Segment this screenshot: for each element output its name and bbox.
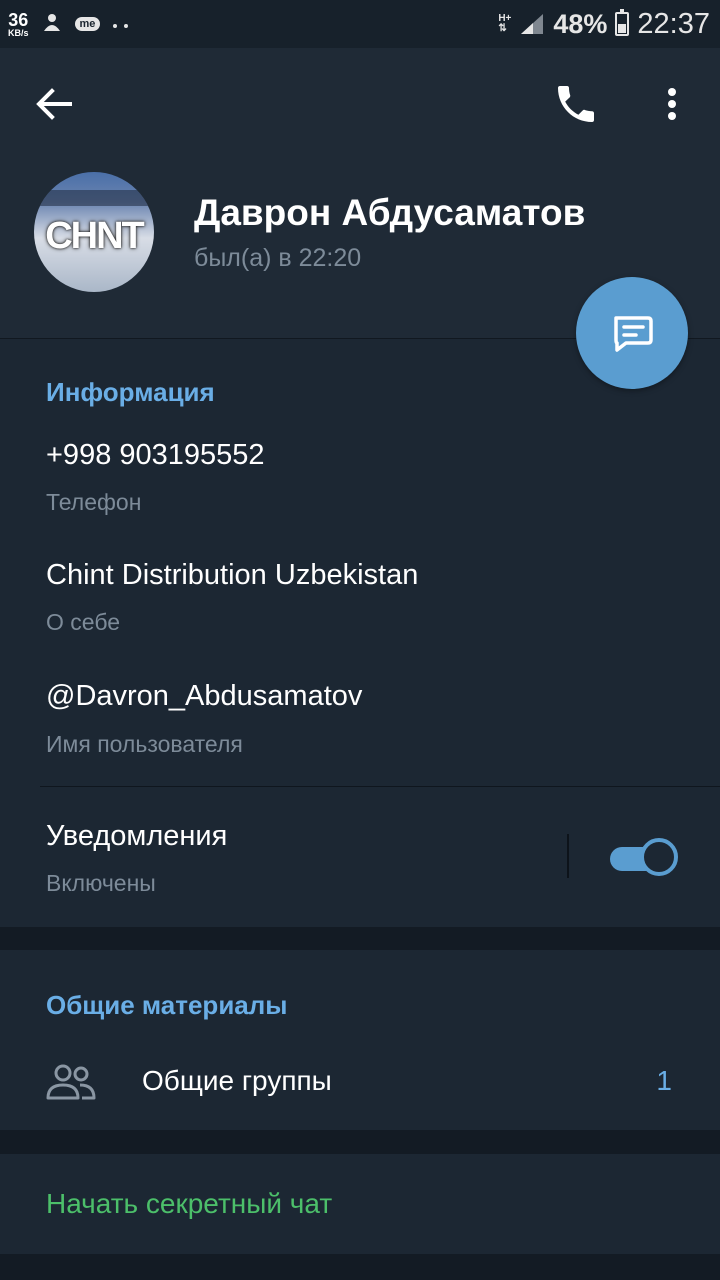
network-speed-value: 36 <box>8 9 29 30</box>
common-groups-label: Общие группы <box>142 1065 332 1096</box>
battery-percent: 48% <box>553 8 608 39</box>
shared-media-title: Общие материалы <box>46 990 288 1020</box>
back-arrow-icon <box>36 88 72 120</box>
signal-icon <box>521 14 544 34</box>
info-section: Информация +998 903195552 Телефон Chint … <box>0 338 720 927</box>
toggle-knob <box>640 838 678 876</box>
more-vert-icon <box>668 88 676 120</box>
contact-name: Даврон Абдусаматов <box>194 192 586 233</box>
back-button[interactable] <box>30 84 80 124</box>
start-secret-chat-button[interactable]: Начать секретный чат <box>46 1188 332 1220</box>
phone-icon <box>558 86 594 122</box>
avatar[interactable]: CHNT <box>34 172 154 292</box>
network-speed: 36 KB/s <box>8 11 29 38</box>
last-seen-status: был(а) в 22:20 <box>194 244 362 272</box>
info-section-title: Информация <box>46 377 215 407</box>
bio-label: О себе <box>46 609 121 635</box>
notifications-title: Уведомления <box>46 820 228 852</box>
groups-icon <box>46 1064 96 1100</box>
vertical-separator <box>567 834 569 878</box>
status-bar-left: 36 KB/s me <box>8 11 130 38</box>
username-value: @Davron_Abdusamatov <box>46 680 363 712</box>
secret-chat-section: Начать секретный чат <box>0 1154 720 1254</box>
notifications-toggle[interactable] <box>610 838 678 876</box>
avatar-stripe <box>34 190 154 206</box>
section-divider <box>40 786 720 787</box>
status-bar-right: H+ ⇅ 48% 22:37 <box>498 8 710 41</box>
bio-value: Chint Distribution Uzbekistan <box>46 559 419 591</box>
send-message-button[interactable] <box>576 277 688 389</box>
status-bar: 36 KB/s me H+ ⇅ 48% 22:37 <box>0 0 720 48</box>
phone-label: Телефон <box>46 489 142 515</box>
battery-fill <box>618 24 627 33</box>
more-options-button[interactable] <box>655 80 689 128</box>
more-notifications-icon <box>112 14 130 35</box>
notifications-status: Включены <box>46 870 156 896</box>
username-label: Имя пользователя <box>46 731 243 757</box>
message-icon <box>614 316 653 352</box>
network-type: H+ ⇅ <box>498 14 511 34</box>
call-button[interactable] <box>552 80 600 128</box>
app-notification-icon <box>41 11 63 38</box>
network-speed-unit: KB/s <box>8 27 29 38</box>
battery-icon <box>615 9 630 36</box>
avatar-logo-text: CHNT <box>45 215 145 257</box>
status-time: 22:37 <box>637 7 710 40</box>
common-groups-count: 1 <box>656 1065 672 1096</box>
phone-value: +998 903195552 <box>46 439 265 471</box>
common-groups-row[interactable]: Общие группы 1 <box>0 1040 720 1122</box>
me-app-icon: me <box>74 17 101 31</box>
data-arrows-icon: ⇅ <box>498 23 507 34</box>
